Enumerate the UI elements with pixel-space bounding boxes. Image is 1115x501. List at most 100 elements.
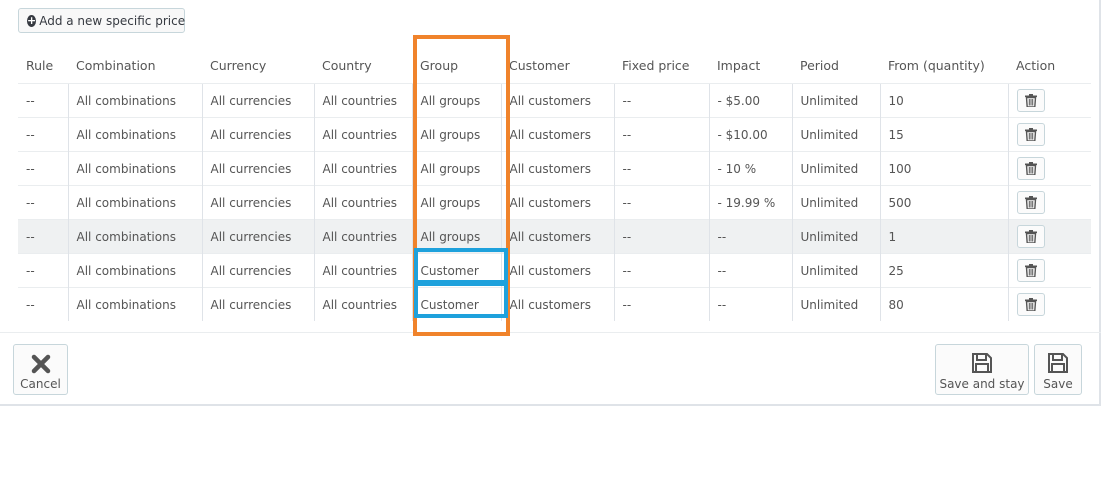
cell-currency: All currencies xyxy=(201,83,314,118)
customer-cell-highlight xyxy=(414,282,508,318)
cell-rule: -- xyxy=(18,117,68,152)
delete-button[interactable] xyxy=(1016,191,1045,214)
cell-fixed-price: -- xyxy=(613,151,709,186)
cell-rule: -- xyxy=(18,151,68,186)
cell-country: All countries xyxy=(313,287,412,321)
cell-action xyxy=(1007,185,1091,220)
plus-circle-icon: + xyxy=(27,13,37,27)
cell-currency: All currencies xyxy=(201,185,314,220)
cell-combination: All combinations xyxy=(67,151,202,186)
cell-fixed-price: -- xyxy=(613,83,709,118)
column-header-combination: Combination xyxy=(76,57,156,73)
cell-combination: All combinations xyxy=(67,253,202,288)
save-and-stay-button[interactable]: Save and stay xyxy=(935,344,1029,395)
cell-impact: -- xyxy=(708,219,792,254)
specific-prices-table: Rule Combination Currency Country Group … xyxy=(18,47,1091,321)
add-specific-price-button[interactable]: + Add a new specific price xyxy=(18,8,185,33)
column-header-from-quantity: From (quantity) xyxy=(888,57,985,73)
delete-button[interactable] xyxy=(1016,259,1045,282)
cell-customer: All customers xyxy=(500,253,614,288)
table-row: -- All combinations All currencies All coun… xyxy=(18,151,1091,186)
cell-customer: All customers xyxy=(500,185,614,220)
cancel-button[interactable]: Cancel xyxy=(13,344,68,395)
trash-icon xyxy=(1024,264,1037,277)
cell-period: Unlimited xyxy=(791,287,880,321)
cell-action xyxy=(1007,287,1091,321)
add-specific-price-label: Add a new specific price xyxy=(39,13,186,28)
specific-prices-panel: + Add a new specific price Rule Combinat… xyxy=(0,0,1101,406)
delete-button[interactable] xyxy=(1016,293,1045,316)
floppy-disk-icon xyxy=(1048,353,1068,373)
cell-combination: All combinations xyxy=(67,219,202,254)
save-and-stay-label: Save and stay xyxy=(939,377,1025,391)
cell-impact: - 19.99 % xyxy=(708,185,792,220)
cell-period: Unlimited xyxy=(791,185,880,220)
cell-customer: All customers xyxy=(500,219,614,254)
cell-fixed-price: -- xyxy=(613,253,709,288)
cell-country: All countries xyxy=(313,185,412,220)
delete-button[interactable] xyxy=(1016,89,1045,112)
cell-fixed-price: -- xyxy=(613,219,709,254)
cell-from-quantity: 100 xyxy=(879,151,1008,186)
cell-from-quantity: 500 xyxy=(879,185,1008,220)
cell-action xyxy=(1007,253,1091,288)
cell-action xyxy=(1007,117,1091,152)
delete-button[interactable] xyxy=(1016,225,1045,248)
table-row: -- All combinations All currencies All coun… xyxy=(18,117,1091,152)
cell-rule: -- xyxy=(18,83,68,118)
cell-combination: All combinations xyxy=(67,117,202,152)
column-header-currency: Currency xyxy=(210,57,267,73)
cell-from-quantity: 10 xyxy=(879,83,1008,118)
cell-rule: -- xyxy=(18,185,68,220)
cell-action xyxy=(1007,83,1091,118)
cell-customer: All customers xyxy=(500,287,614,321)
trash-icon xyxy=(1024,298,1037,311)
table-row: -- All combinations All currencies All coun… xyxy=(18,185,1091,220)
delete-button[interactable] xyxy=(1016,123,1045,146)
table-row: -- All combinations All currencies All coun… xyxy=(18,287,1091,321)
cell-country: All countries xyxy=(313,83,412,118)
cell-currency: All currencies xyxy=(201,151,314,186)
customer-cell-highlight xyxy=(414,248,508,284)
cell-combination: All combinations xyxy=(67,83,202,118)
cell-from-quantity: 15 xyxy=(879,117,1008,152)
column-header-action: Action xyxy=(1016,57,1056,73)
table-header-row: Rule Combination Currency Country Group … xyxy=(18,47,1091,84)
cell-rule: -- xyxy=(18,253,68,288)
floppy-disk-icon xyxy=(972,353,992,373)
cell-currency: All currencies xyxy=(201,253,314,288)
trash-icon xyxy=(1024,94,1037,107)
cell-fixed-price: -- xyxy=(613,287,709,321)
table-row: -- All combinations All currencies All coun… xyxy=(18,83,1091,118)
cell-from-quantity: 1 xyxy=(879,219,1008,254)
table-row: -- All combinations All currencies All coun… xyxy=(18,219,1091,254)
save-button[interactable]: Save xyxy=(1034,344,1082,395)
cell-period: Unlimited xyxy=(791,83,880,118)
cell-period: Unlimited xyxy=(791,151,880,186)
cell-action xyxy=(1007,151,1091,186)
cell-combination: All combinations xyxy=(67,287,202,321)
trash-icon xyxy=(1024,196,1037,209)
cell-country: All countries xyxy=(313,219,412,254)
cell-period: Unlimited xyxy=(791,219,880,254)
trash-icon xyxy=(1024,230,1037,243)
footer-divider xyxy=(0,332,1101,333)
cell-currency: All currencies xyxy=(201,219,314,254)
cell-from-quantity: 80 xyxy=(879,287,1008,321)
cell-from-quantity: 25 xyxy=(879,253,1008,288)
cancel-label: Cancel xyxy=(20,377,61,391)
cell-action xyxy=(1007,219,1091,254)
column-header-fixed-price: Fixed price xyxy=(622,57,690,73)
column-header-impact: Impact xyxy=(717,57,761,73)
cell-country: All countries xyxy=(313,253,412,288)
column-header-period: Period xyxy=(800,57,839,73)
column-header-country: Country xyxy=(322,57,372,73)
cell-customer: All customers xyxy=(500,83,614,118)
save-label: Save xyxy=(1043,377,1073,391)
cell-fixed-price: -- xyxy=(613,117,709,152)
cell-impact: -- xyxy=(708,287,792,321)
cell-period: Unlimited xyxy=(791,253,880,288)
trash-icon xyxy=(1024,128,1037,141)
column-header-customer: Customer xyxy=(509,57,570,73)
delete-button[interactable] xyxy=(1016,157,1045,180)
